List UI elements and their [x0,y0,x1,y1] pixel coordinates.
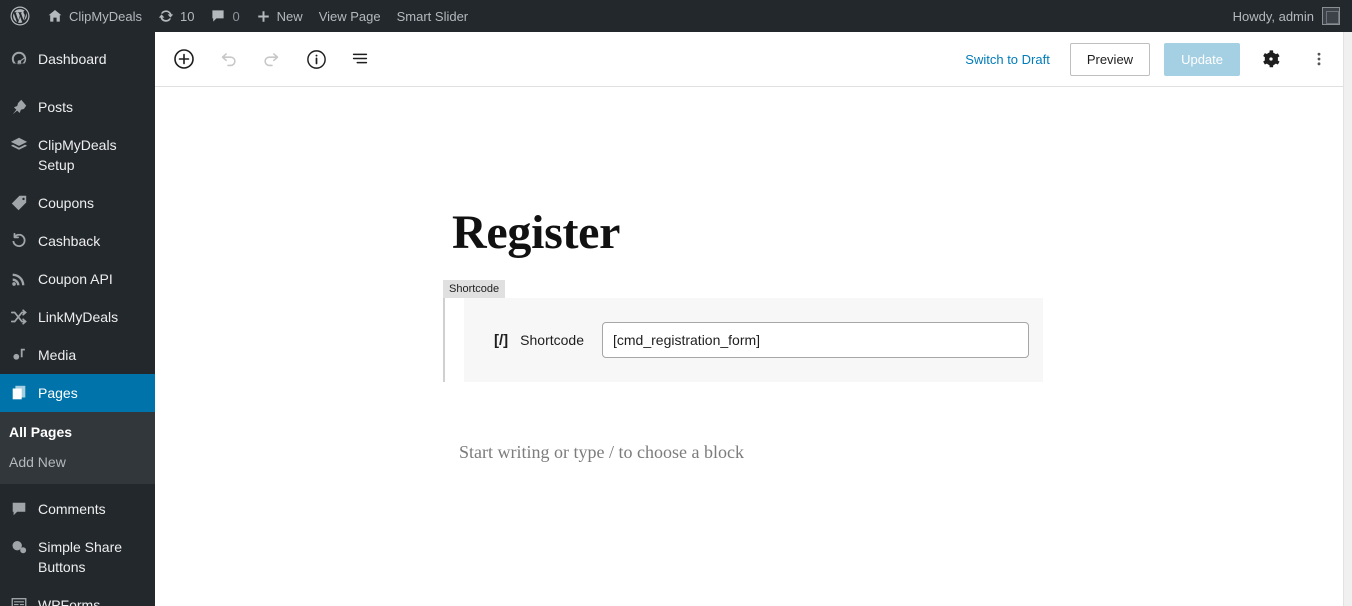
redo-icon[interactable] [255,42,289,76]
site-name-menu[interactable]: ClipMyDeals [39,0,150,32]
info-icon[interactable] [299,42,333,76]
preview-button[interactable]: Preview [1069,42,1151,76]
forms-icon [9,595,29,606]
comment-bubble-icon [210,8,226,24]
sidebar-item-label: Cashback [38,233,101,249]
sidebar-item-label: Posts [38,99,74,115]
ellipsis-vertical-icon[interactable] [1302,42,1336,76]
updates-menu[interactable]: 10 [150,0,202,32]
sidebar-top-gap [0,32,155,40]
sidebar-item-label: Coupons [38,195,95,211]
sidebar-item-coupons[interactable]: Coupons [0,184,155,222]
shortcode-icon: [/] [494,331,509,349]
sidebar-item-pages[interactable]: Pages [0,374,155,412]
block-type-badge: Shortcode [443,280,506,298]
plus-icon [256,9,271,24]
view-page-label: View Page [318,8,381,24]
sidebar-item-dashboard[interactable]: Dashboard [0,40,155,78]
sidebar-item-cashback[interactable]: Cashback [0,222,155,260]
editor-canvas: Register Shortcode [/] Shortcode Start w… [155,87,1352,606]
pin-icon [9,97,29,117]
rss-icon [9,269,29,289]
sidebar-item-wpforms[interactable]: WPForms [0,586,155,606]
smart-slider-label: Smart Slider [396,8,469,24]
editor-toolbar-left [155,42,377,76]
sidebar-item-label: Comments [38,501,106,517]
sidebar-item-label: Coupon API [38,271,113,287]
shuffle-icon [9,307,29,327]
account-menu[interactable]: Howdy, admin [1233,7,1352,25]
new-content-label: New [276,8,303,24]
admin-bar: ClipMyDeals 10 0 New View Page Smart Sli… [0,0,1352,32]
new-content-menu[interactable]: New [248,0,311,32]
sidebar-item-linkmydeals[interactable]: LinkMyDeals [0,298,155,336]
media-icon [9,345,29,365]
pages-icon [9,383,29,403]
comment-icon [9,499,29,519]
undo-circle-icon [9,231,29,251]
sidebar-subitem-label: All Pages [9,424,73,440]
editor-scrollbar-track[interactable] [1343,32,1352,606]
wordpress-logo-button[interactable] [0,0,39,32]
howdy-label: Howdy, admin [1232,8,1314,24]
sidebar-subitem-add-new[interactable]: Add New [0,447,155,477]
sidebar-item-label: Media [38,347,77,363]
wordpress-logo-icon [10,6,30,26]
add-block-icon[interactable] [167,42,201,76]
block-selection-rail [443,298,445,382]
switch-to-draft-button[interactable]: Switch to Draft [959,46,1056,73]
editor-header-toolbar: Switch to Draft Preview Update [155,32,1352,87]
layers-icon [9,135,29,155]
smart-slider-menu[interactable]: Smart Slider [389,0,477,32]
sidebar-item-label: Dashboard [38,51,107,67]
sidebar-item-label: Pages [38,385,78,401]
home-icon [47,8,63,24]
shortcode-block[interactable]: Shortcode [/] Shortcode [443,279,1043,382]
site-name-label: ClipMyDeals [69,8,142,24]
page-title[interactable]: Register [452,205,620,260]
shortcode-input[interactable] [602,322,1029,358]
shortcode-field-label: Shortcode [520,332,584,348]
editor-toolbar-right: Switch to Draft Preview Update [959,42,1352,76]
list-view-icon[interactable] [343,42,377,76]
wordpress-editor-screen: ClipMyDeals 10 0 New View Page Smart Sli… [0,0,1352,606]
updates-count: 10 [179,8,195,24]
sidebar-item-media[interactable]: Media [0,336,155,374]
shortcode-field-row: [/] Shortcode [464,298,1043,382]
empty-paragraph-placeholder[interactable]: Start writing or type / to choose a bloc… [459,442,744,463]
sidebar-gap-1 [0,78,155,88]
gear-icon[interactable] [1254,42,1288,76]
undo-icon[interactable] [211,42,245,76]
sidebar-item-simple-share-buttons[interactable]: Simple Share Buttons [0,528,155,586]
sidebar-item-coupon-api[interactable]: Coupon API [0,260,155,298]
view-page-link[interactable]: View Page [311,0,389,32]
sidebar-item-clipmydeals-setup[interactable]: ClipMyDeals Setup [0,126,155,184]
shortcode-block-body: [/] Shortcode [443,298,1043,382]
update-button[interactable]: Update [1164,42,1240,76]
comments-count: 0 [232,8,240,24]
block-editor: Switch to Draft Preview Update Register … [155,32,1352,606]
sidebar-subitem-all-pages[interactable]: All Pages [0,417,155,447]
sidebar-subitem-label: Add New [9,454,66,470]
sidebar-item-label: ClipMyDeals Setup [38,137,117,173]
sidebar-item-comments[interactable]: Comments [0,490,155,528]
share-icon [9,537,29,557]
avatar [1322,7,1340,25]
dashboard-icon [9,49,29,69]
admin-sidebar-menu: Dashboard Posts ClipMyDeals Setup Coupon… [0,32,155,606]
sidebar-item-label: LinkMyDeals [38,309,119,325]
comments-menu[interactable]: 0 [202,0,247,32]
sidebar-submenu-pages: All Pages Add New [0,412,155,484]
updates-icon [158,8,174,24]
tag-icon [9,193,29,213]
sidebar-item-label: Simple Share Buttons [38,539,123,575]
sidebar-item-label: WPForms [38,597,101,606]
sidebar-item-posts[interactable]: Posts [0,88,155,126]
